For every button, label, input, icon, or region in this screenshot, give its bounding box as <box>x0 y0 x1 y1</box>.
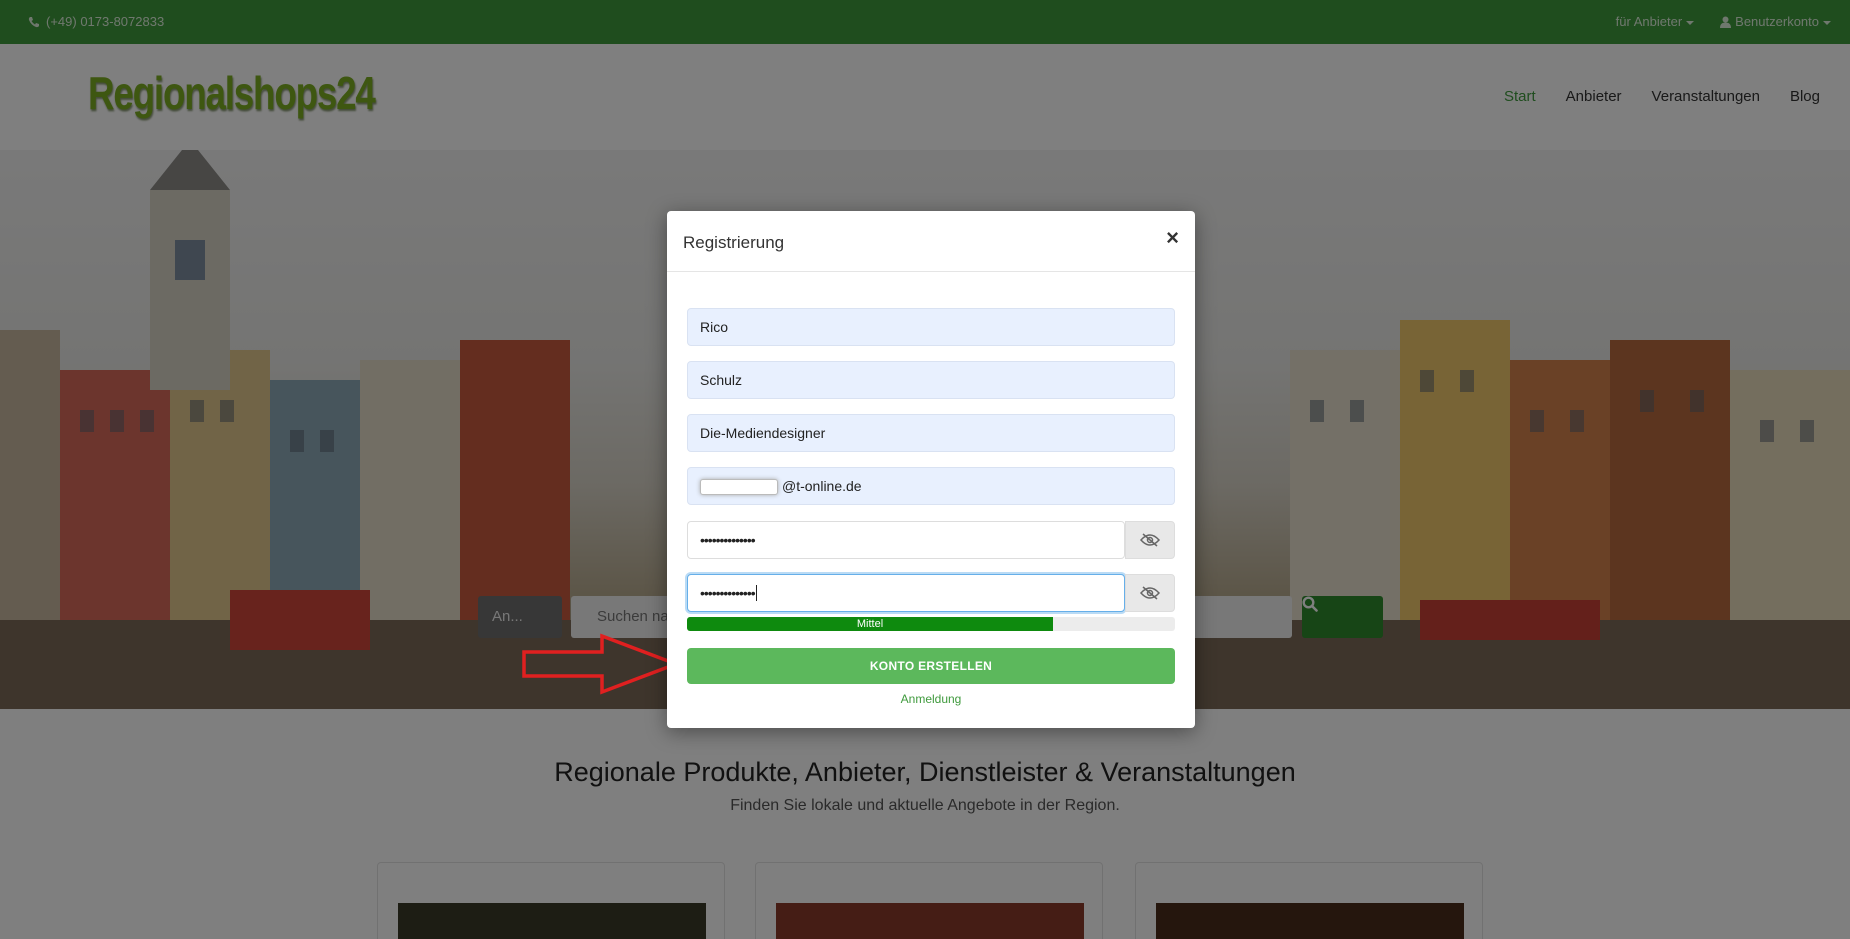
create-account-button[interactable]: KONTO ERSTELLEN <box>687 648 1175 684</box>
registration-modal: Registrierung × Rico Schulz Die-Mediende… <box>667 211 1195 728</box>
toggle-password-confirm-visibility[interactable] <box>1125 574 1175 612</box>
first-name-field[interactable]: Rico <box>687 308 1175 346</box>
password-confirm-field[interactable]: •••••••••••••• <box>687 574 1125 612</box>
email-field[interactable]: @t-online.de <box>687 467 1175 505</box>
password-strength-meter: Mittel <box>687 617 1175 631</box>
login-link[interactable]: Anmeldung <box>667 692 1195 706</box>
password-field[interactable]: •••••••••••••• <box>687 521 1125 559</box>
toggle-password-visibility[interactable] <box>1125 521 1175 559</box>
modal-title: Registrierung <box>683 233 785 252</box>
arrow-annotation-icon <box>522 633 680 695</box>
password-strength-label: Mittel <box>687 617 1053 631</box>
text-cursor <box>755 585 757 601</box>
last-name-field[interactable]: Schulz <box>687 361 1175 399</box>
password-confirm-value: •••••••••••••• <box>700 585 756 601</box>
close-icon[interactable]: × <box>1166 227 1179 249</box>
eye-slash-icon <box>1140 533 1160 547</box>
redacted-email-user <box>700 479 778 496</box>
modal-header: Registrierung × <box>667 211 1195 272</box>
email-domain: @t-online.de <box>782 478 862 494</box>
eye-slash-icon <box>1140 586 1160 600</box>
company-field[interactable]: Die-Mediendesigner <box>687 414 1175 452</box>
